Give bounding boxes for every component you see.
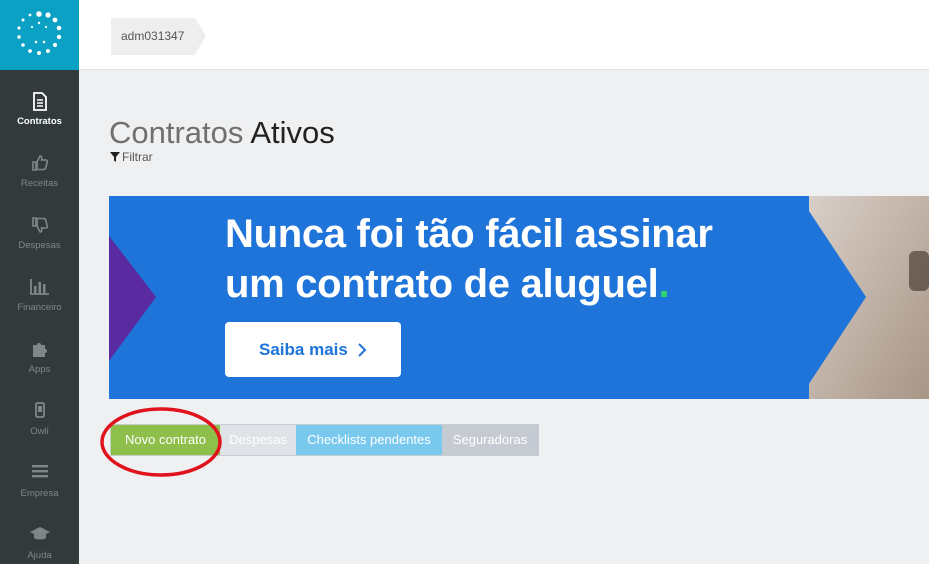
page-title-light: Contratos xyxy=(109,115,244,150)
sidebar-item-contratos[interactable]: Contratos xyxy=(0,78,79,140)
sidebar-item-despesas[interactable]: Despesas xyxy=(0,202,79,264)
mobile-icon xyxy=(0,402,79,422)
sidebar-item-receitas[interactable]: Receitas xyxy=(0,140,79,202)
sidebar-item-empresa[interactable]: Empresa xyxy=(0,450,79,512)
graduation-cap-icon xyxy=(0,526,79,546)
sidebar-item-label: Empresa xyxy=(20,488,59,499)
sidebar-item-label: Owli xyxy=(30,426,49,437)
page-title-strong: Ativos xyxy=(250,115,335,150)
sidebar-item-apps[interactable]: Apps xyxy=(0,326,79,388)
document-icon xyxy=(0,92,79,112)
app-logo[interactable] xyxy=(0,0,79,70)
filter-label: Filtrar xyxy=(122,150,153,164)
thumbs-up-icon xyxy=(0,154,79,174)
sidebar-item-label: Ajuda xyxy=(27,550,52,561)
puzzle-icon xyxy=(0,340,79,360)
sidebar-item-label: Despesas xyxy=(18,240,61,251)
sidebar: Contratos Receitas Despesas Financeiro A… xyxy=(0,0,79,564)
sidebar-item-label: Apps xyxy=(28,364,51,375)
banner-headline-2: um contrato de aluguel. xyxy=(225,262,670,307)
menu-icon xyxy=(0,464,79,484)
sidebar-item-label: Financeiro xyxy=(17,302,62,313)
banner-headline-dot: . xyxy=(658,262,670,306)
sidebar-item-financeiro[interactable]: Financeiro xyxy=(0,264,79,326)
banner-headline-1: Nunca foi tão fácil assinar xyxy=(225,212,713,256)
sidebar-item-owli[interactable]: Owli xyxy=(0,388,79,450)
page-title: Contratos Ativos xyxy=(109,115,335,151)
saiba-mais-button[interactable]: Saiba mais xyxy=(225,322,401,377)
annotation-circle xyxy=(100,407,222,477)
breadcrumb[interactable]: adm031347 xyxy=(111,18,195,55)
chevron-right-icon xyxy=(358,343,367,357)
thumbs-down-icon xyxy=(0,216,79,236)
breadcrumb-arrow xyxy=(195,18,206,54)
filter-icon xyxy=(110,152,120,162)
promo-banner[interactable]: Nunca foi tão fácil assinar um contrato … xyxy=(109,196,929,399)
banner-headline-2-text: um contrato de aluguel xyxy=(225,262,659,306)
logo-icon xyxy=(17,11,62,55)
tab-seguradoras[interactable]: Seguradoras xyxy=(442,425,538,455)
filter-toggle[interactable]: Filtrar xyxy=(110,150,153,164)
sidebar-item-label: Contratos xyxy=(17,116,62,127)
bar-chart-icon xyxy=(0,278,79,298)
tab-despesas[interactable]: Despesas xyxy=(220,425,296,455)
tab-checklists-pendentes[interactable]: Checklists pendentes xyxy=(296,425,442,455)
sidebar-item-ajuda[interactable]: Ajuda xyxy=(0,512,79,564)
saiba-mais-label: Saiba mais xyxy=(259,340,348,359)
top-header: adm031347 xyxy=(79,0,929,70)
sidebar-item-label: Receitas xyxy=(21,178,58,189)
